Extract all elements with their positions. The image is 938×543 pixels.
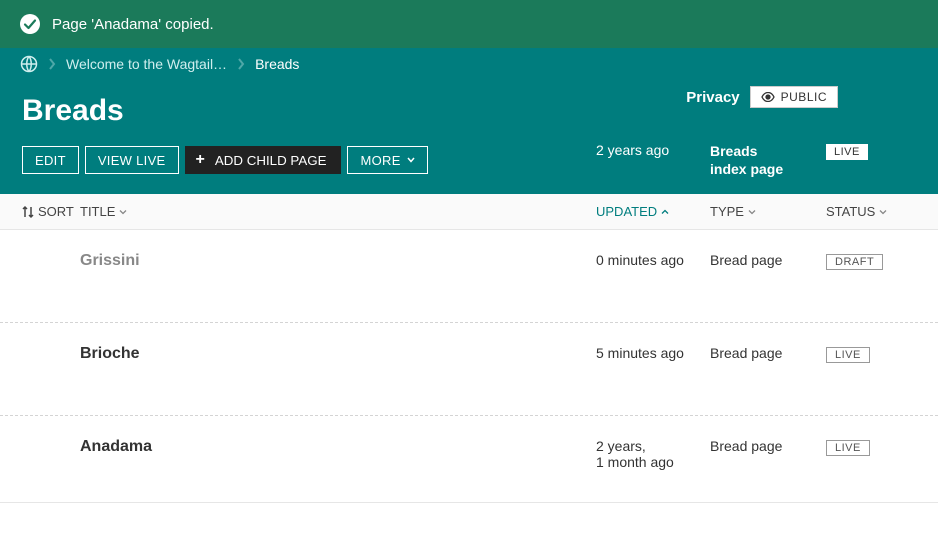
breadcrumb-current: Breads [255, 56, 299, 72]
notification-text: Page 'Anadama' copied. [52, 16, 214, 33]
listing-header: SORT TITLE UPDATED TYPE STATUS [0, 194, 938, 230]
view-live-button[interactable]: VIEW LIVE [85, 146, 179, 174]
chevron-right-icon [48, 57, 56, 71]
page-header: Breads Privacy PUBLIC EDIT VIEW LIVE + A… [0, 80, 938, 194]
plus-icon: + [196, 152, 205, 168]
action-buttons: EDIT VIEW LIVE + ADD CHILD PAGE MORE [22, 146, 428, 174]
row-title[interactable]: Anadama [80, 438, 596, 470]
chevron-right-icon [237, 57, 245, 71]
privacy-control[interactable]: Privacy PUBLIC [686, 86, 838, 108]
row-type: Bread page [710, 345, 826, 363]
listing-row: Brioche 5 minutes ago Bread page LIVE [0, 323, 938, 416]
sort-column[interactable]: SORT [22, 204, 80, 219]
chevron-down-icon [879, 209, 887, 215]
row-updated: 2 years, 1 month ago [596, 438, 710, 470]
listing-row: Anadama 2 years, 1 month ago Bread page … [0, 416, 938, 503]
edit-button[interactable]: EDIT [22, 146, 79, 174]
globe-icon[interactable] [20, 55, 38, 73]
more-button[interactable]: MORE [347, 146, 427, 174]
more-label: MORE [360, 153, 400, 168]
row-updated: 0 minutes ago [596, 252, 710, 270]
header-type: Breads index page [710, 142, 826, 178]
privacy-value: PUBLIC [781, 90, 827, 104]
listing-row: Grissini 0 minutes ago Bread page DRAFT [0, 230, 938, 323]
row-type: Bread page [710, 252, 826, 270]
row-status: LIVE [826, 345, 916, 363]
status-badge: LIVE [826, 347, 870, 363]
check-circle-icon [20, 14, 40, 34]
row-title[interactable]: Brioche [80, 345, 596, 363]
row-title[interactable]: Grissini [80, 252, 596, 270]
add-child-page-button[interactable]: + ADD CHILD PAGE [185, 146, 342, 174]
chevron-down-icon [748, 209, 756, 215]
eye-icon [761, 92, 775, 102]
status-badge: LIVE [826, 144, 868, 160]
chevron-down-icon [407, 157, 415, 163]
row-status: LIVE [826, 438, 916, 470]
privacy-label: Privacy [686, 89, 739, 106]
chevron-down-icon [119, 209, 127, 215]
success-notification: Page 'Anadama' copied. [0, 0, 938, 48]
add-child-label: ADD CHILD PAGE [215, 153, 327, 168]
privacy-badge[interactable]: PUBLIC [750, 86, 838, 108]
type-column[interactable]: TYPE [710, 204, 826, 219]
status-column[interactable]: STATUS [826, 204, 916, 219]
row-status: DRAFT [826, 252, 916, 270]
title-column[interactable]: TITLE [80, 204, 596, 219]
chevron-up-icon [661, 209, 669, 215]
row-updated: 5 minutes ago [596, 345, 710, 363]
header-updated: 2 years ago [596, 142, 710, 178]
breadcrumb-bar: Welcome to the Wagtail… Breads [0, 48, 938, 80]
sort-icon [22, 205, 34, 219]
header-status: LIVE [826, 142, 916, 178]
status-badge: LIVE [826, 440, 870, 456]
breadcrumb-root[interactable]: Welcome to the Wagtail… [66, 56, 227, 72]
row-type: Bread page [710, 438, 826, 470]
updated-column[interactable]: UPDATED [596, 204, 710, 219]
status-badge: DRAFT [826, 254, 883, 270]
